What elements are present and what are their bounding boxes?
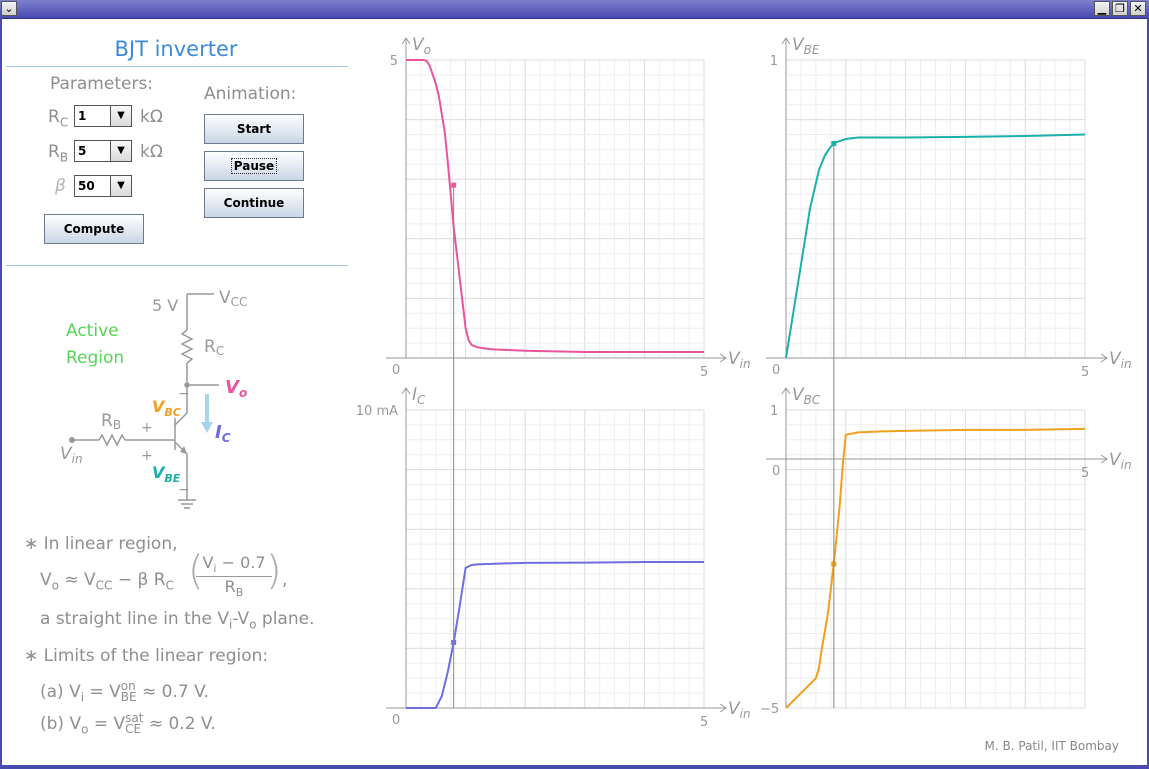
beta-label: β — [55, 176, 66, 196]
minimize-icon[interactable]: ▁ — [1094, 1, 1110, 16]
y-tick-label: −5 — [760, 702, 779, 717]
y-axis-arrow — [401, 387, 411, 395]
rc-label: RC — [48, 107, 69, 130]
app-title: BJT inverter — [114, 37, 238, 61]
vbc-diagram-label: VBC — [152, 397, 181, 419]
beta-value: 50 — [78, 179, 95, 193]
marker-vbc — [831, 561, 837, 567]
y-tick-label: 1 — [770, 404, 778, 419]
x-tick-label: 0 — [772, 464, 780, 479]
vcc-label: VCC — [219, 288, 247, 309]
x-tick-label: 0 — [392, 713, 400, 728]
rb-value: 5 — [78, 144, 87, 158]
y-tick-label: 5 — [390, 54, 398, 69]
series-line-vbc — [785, 427, 1086, 709]
note-straight-line: a straight line in the Vi-Vo plane. — [40, 609, 315, 632]
vin-diagram-label: Vin — [60, 444, 83, 466]
chart-ic: IC Vin 0 5 10 mA — [356, 385, 751, 730]
chevron-down-icon[interactable]: ▼ — [110, 106, 131, 126]
continue-button[interactable]: Continue — [204, 188, 304, 218]
restore-icon[interactable]: ❐ — [1112, 1, 1128, 16]
right-paren: ) — [266, 548, 282, 594]
y-axis-label: Vo — [412, 35, 431, 57]
marker-ic — [451, 639, 457, 645]
pause-button[interactable]: Pause — [204, 151, 304, 181]
note-limits: ∗ Limits of the linear region: — [24, 646, 269, 666]
x-axis-arrow — [719, 703, 727, 713]
formula-fraction: Vi − 0.7 RB — [196, 553, 272, 599]
x-axis-label: Vin — [1109, 349, 1132, 371]
close-icon[interactable]: ✕ — [1130, 1, 1146, 16]
region-label-line2: Region — [66, 348, 124, 368]
region-label-line1: Active — [66, 321, 119, 341]
x-tick-label: 5 — [700, 715, 708, 730]
rc-value: 1 — [78, 109, 87, 123]
formula-comma: , — [282, 570, 288, 590]
window-menu-icon[interactable]: ⌄ — [1, 1, 17, 16]
x-tick-label: 5 — [1081, 365, 1089, 380]
circuit-diagram: Active Region 5 V VCC RC RB Vo VBC IC VB… — [60, 288, 247, 509]
marker-vo — [451, 182, 457, 188]
marker-vbe — [831, 140, 837, 146]
x-tick-label: 5 — [700, 365, 708, 380]
divider-top — [6, 66, 348, 67]
title-bar: ⌄ ▁ ❐ ✕ — [0, 0, 1149, 19]
vo-diagram-label: Vo — [225, 377, 247, 400]
note-linear-region: ∗ In linear region, — [24, 534, 178, 554]
chart-vo: Vo Vin 0 5 5 — [386, 35, 751, 380]
x-axis-arrow — [1100, 454, 1108, 464]
x-axis-arrow — [1100, 353, 1108, 363]
y-tick-label: 1 — [770, 54, 778, 69]
rb-diagram-label: RB — [101, 411, 121, 432]
y-axis-arrow — [781, 37, 791, 45]
x-tick-label: 0 — [392, 363, 400, 378]
chart-vbc: VBC Vin 0 5 1 −5 — [760, 385, 1132, 717]
plus-sign: + — [141, 420, 153, 436]
minus-sign: − — [178, 386, 190, 402]
left-paren: ( — [188, 548, 204, 594]
supply-label: 5 V — [152, 296, 178, 315]
x-tick-label: 0 — [772, 363, 780, 378]
plus-sign: + — [141, 448, 153, 464]
compute-button[interactable]: Compute — [44, 214, 144, 244]
animation-heading: Animation: — [204, 84, 297, 104]
chart-vbe: VBE Vin 0 5 1 — [766, 35, 1132, 380]
chevron-down-icon[interactable]: ▼ — [110, 141, 131, 161]
x-tick-label: 5 — [1081, 466, 1089, 481]
y-axis-label: VBC — [792, 385, 821, 407]
y-tick-label: 10 mA — [356, 404, 398, 419]
rb-label: RB — [48, 142, 69, 165]
minus-sign: − — [178, 482, 190, 498]
y-axis-label: IC — [412, 385, 426, 407]
series-line-vbe — [785, 133, 1086, 359]
rb-select[interactable]: 5 ▼ — [74, 140, 132, 162]
start-button[interactable]: Start — [204, 114, 304, 144]
y-axis-label: VBE — [792, 35, 820, 57]
note-limit-b: (b) Vo = Vsat CE ≈ 0.2 V. — [40, 711, 216, 737]
window-frame-left — [0, 18, 2, 769]
x-axis-label: Vin — [728, 349, 751, 371]
series-line-ic — [406, 561, 704, 709]
y-axis-arrow — [401, 37, 411, 45]
author-credit: M. B. Patil, IIT Bombay — [984, 739, 1119, 753]
rc-unit: kΩ — [140, 107, 163, 127]
rb-unit: kΩ — [140, 142, 163, 162]
x-axis-label: Vin — [728, 699, 751, 721]
ic-diagram-label: IC — [215, 422, 231, 445]
parameters-heading: Parameters: — [50, 74, 154, 94]
y-axis-arrow — [781, 387, 791, 395]
vbe-diagram-label: VBE — [152, 463, 181, 485]
divider-middle — [6, 265, 348, 266]
note-limit-a: (a) Vi = Von BE ≈ 0.7 V. — [40, 679, 209, 705]
window-frame-bottom — [0, 765, 1149, 769]
rc-select[interactable]: 1 ▼ — [74, 105, 132, 127]
chevron-down-icon[interactable]: ▼ — [110, 176, 131, 196]
rc-diagram-label: RC — [204, 337, 224, 358]
x-axis-arrow — [719, 353, 727, 363]
x-axis-label: Vin — [1109, 450, 1132, 472]
note-formula: Vo ≈ VCC − β RC — [40, 570, 174, 593]
beta-select[interactable]: 50 ▼ — [74, 175, 132, 197]
series-line-vo — [406, 59, 704, 353]
